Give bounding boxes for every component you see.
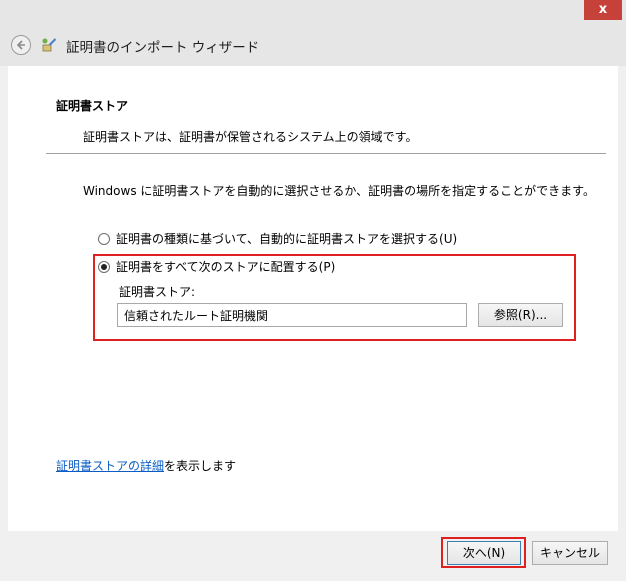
next-button[interactable]: 次へ(N): [447, 541, 521, 565]
certificate-wizard-icon: [42, 38, 56, 52]
back-button[interactable]: [11, 35, 31, 55]
wizard-content: 証明書ストア 証明書ストアは、証明書が保管されるシステム上の領域です。 Wind…: [8, 66, 618, 531]
store-field[interactable]: 信頼されたルート証明機関: [117, 303, 467, 327]
store-details-link[interactable]: 証明書ストアの詳細: [56, 459, 164, 473]
browse-button[interactable]: 参照(R)...: [478, 303, 563, 327]
radio-auto-label: 証明書の種類に基づいて、自動的に証明書ストアを選択する(U): [116, 232, 458, 246]
radio-button-checked[interactable]: [98, 260, 110, 273]
details-suffix: を表示します: [164, 459, 237, 473]
radio-place-all[interactable]: 証明書をすべて次のストアに配置する(P): [98, 258, 335, 275]
radio-auto-select[interactable]: 証明書の種類に基づいて、自動的に証明書ストアを選択する(U): [98, 230, 457, 247]
store-label: 証明書ストア:: [119, 285, 196, 299]
radio-manual-label: 証明書をすべて次のストアに配置する(P): [116, 260, 336, 274]
divider: [46, 153, 606, 154]
section-title: 証明書ストア: [56, 99, 129, 113]
wizard-header: 証明書のインポート ウィザード: [0, 26, 626, 66]
instruction-text: Windows に証明書ストアを自動的に選択させるか、証明書の場所を指定すること…: [83, 184, 595, 198]
wizard-footer: 次へ(N) キャンセル: [0, 531, 626, 581]
details-row: 証明書ストアの詳細を表示します: [56, 457, 236, 474]
cancel-button[interactable]: キャンセル: [532, 541, 608, 565]
wizard-window: x 証明書のインポート ウィザード 証明書ストア 証明書ストアは、証明書が保管さ…: [0, 0, 626, 581]
back-arrow-icon: [16, 40, 25, 50]
close-button[interactable]: x: [584, 0, 622, 20]
radio-button[interactable]: [98, 232, 110, 245]
wizard-title: 証明書のインポート ウィザード: [66, 40, 260, 56]
title-bar: x: [0, 0, 626, 26]
section-description: 証明書ストアは、証明書が保管されるシステム上の領域です。: [83, 130, 418, 144]
